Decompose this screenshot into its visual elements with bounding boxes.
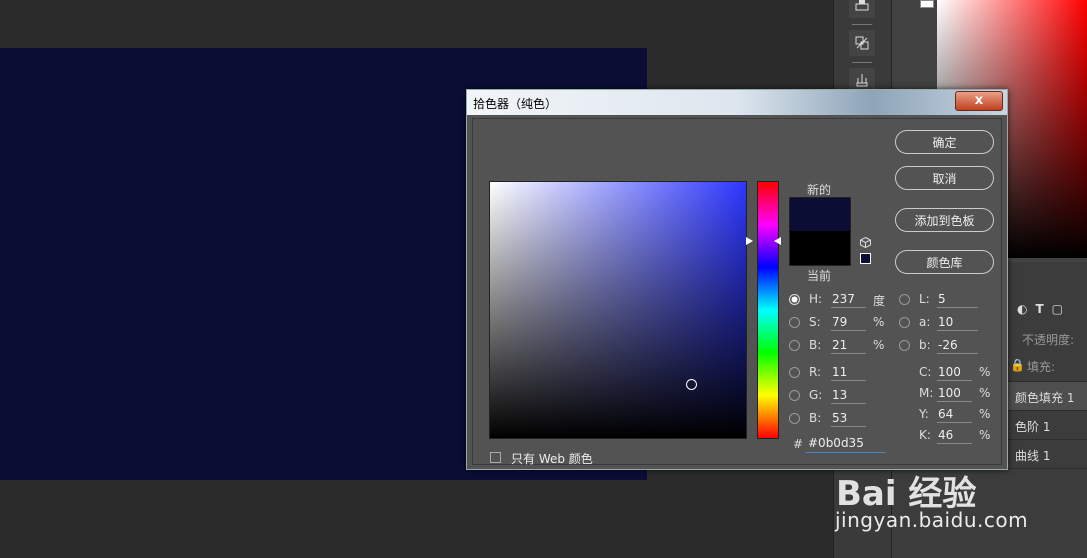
saturation-brightness-field[interactable]	[489, 181, 747, 439]
hue-slider-right-arrow-icon[interactable]	[774, 237, 781, 245]
dialog-title: 拾色器（纯色）	[473, 97, 558, 111]
color-picker-dialog: 拾色器（纯色） x 新的 当前 确定 取消 添加到色板 颜色库 H: 237 度…	[466, 89, 1008, 470]
saturation-input[interactable]: 79	[831, 314, 866, 331]
cyan-label: C:	[919, 365, 932, 379]
a-label: a:	[919, 315, 931, 329]
green-radio[interactable]	[789, 390, 800, 401]
histogram-icon[interactable]	[849, 0, 875, 18]
red-label: R:	[809, 365, 822, 379]
navigator-icon[interactable]	[849, 30, 875, 56]
layer-filter-icons: ◐ T ▢	[1017, 302, 1063, 316]
dialog-titlebar[interactable]: 拾色器（纯色） x	[467, 90, 1007, 115]
blue-label: B:	[809, 411, 822, 425]
brightness-radio[interactable]	[789, 340, 800, 351]
cyan-unit: %	[979, 365, 991, 379]
saturation-radio[interactable]	[789, 317, 800, 328]
only-web-colors-label: 只有 Web 颜色	[511, 452, 593, 466]
b-label: b:	[919, 338, 931, 352]
lock-icon[interactable]: 🔒	[1010, 358, 1025, 372]
hue-input[interactable]: 237	[831, 291, 866, 308]
green-label: G:	[809, 388, 823, 402]
hue-label: H:	[809, 292, 823, 306]
yellow-label: Y:	[919, 407, 929, 421]
layer-name: 曲线 1	[1015, 449, 1051, 463]
a-input[interactable]: 10	[937, 314, 978, 331]
current-color-swatch[interactable]	[789, 231, 851, 266]
black-unit: %	[979, 428, 991, 442]
green-input[interactable]: 13	[831, 387, 866, 404]
web-safe-swatch[interactable]	[860, 253, 871, 264]
yellow-input[interactable]: 64	[937, 406, 972, 423]
hex-label: #	[793, 437, 804, 451]
lightness-input[interactable]: 5	[937, 291, 978, 308]
shape-filter-icon[interactable]: ▢	[1052, 302, 1063, 316]
fill-label: 填充:	[1027, 360, 1056, 374]
brightness-label: B:	[809, 338, 822, 352]
new-color-swatch	[789, 197, 851, 232]
a-radio[interactable]	[899, 317, 910, 328]
b-input[interactable]: -26	[937, 337, 978, 354]
type-filter-icon[interactable]: T	[1035, 302, 1043, 316]
red-radio[interactable]	[789, 367, 800, 378]
web-safe-cube-icon[interactable]	[860, 237, 871, 248]
cancel-button[interactable]: 取消	[895, 166, 994, 190]
color-cursor[interactable]	[686, 379, 697, 390]
close-button[interactable]: x	[955, 91, 1003, 111]
hue-unit: 度	[873, 294, 886, 308]
blue-radio[interactable]	[789, 413, 800, 424]
current-color-label: 当前	[807, 269, 832, 283]
dialog-body: 新的 当前 确定 取消 添加到色板 颜色库 H: 237 度 S: 79 % B…	[472, 118, 1002, 466]
magenta-input[interactable]: 100	[937, 385, 972, 402]
cyan-input[interactable]: 100	[937, 364, 972, 381]
yellow-unit: %	[979, 407, 991, 421]
watermark-text: jingyan.baidu.com	[835, 508, 1029, 532]
brightness-unit: %	[873, 338, 885, 352]
saturation-unit: %	[873, 315, 885, 329]
lightness-label: L:	[919, 292, 930, 306]
black-input[interactable]: 46	[937, 427, 972, 444]
foreground-swatch[interactable]	[920, 0, 934, 8]
only-web-colors-checkbox[interactable]	[490, 452, 501, 463]
b-radio[interactable]	[899, 340, 910, 351]
brightness-input[interactable]: 21	[831, 337, 866, 354]
hue-slider[interactable]	[757, 181, 779, 439]
lightness-radio[interactable]	[899, 294, 910, 305]
layer-name: 色阶 1	[1015, 420, 1051, 434]
opacity-label: 不透明度:	[1022, 333, 1075, 347]
new-color-label: 新的	[807, 183, 832, 197]
color-libraries-button[interactable]: 颜色库	[895, 250, 994, 274]
hue-slider-left-arrow-icon[interactable]	[746, 237, 753, 245]
add-to-swatches-button[interactable]: 添加到色板	[895, 208, 994, 232]
hex-input[interactable]: #0b0d35	[806, 436, 886, 453]
adjustment-filter-icon[interactable]: ◐	[1017, 302, 1027, 316]
ok-button[interactable]: 确定	[895, 130, 994, 154]
hue-radio[interactable]	[789, 294, 800, 305]
saturation-label: S:	[809, 315, 821, 329]
magenta-unit: %	[979, 386, 991, 400]
layer-name: 颜色填充 1	[1015, 391, 1075, 405]
blue-input[interactable]: 53	[831, 410, 866, 427]
red-input[interactable]: 11	[831, 364, 866, 381]
black-label: K:	[919, 428, 931, 442]
magenta-label: M:	[919, 386, 934, 400]
